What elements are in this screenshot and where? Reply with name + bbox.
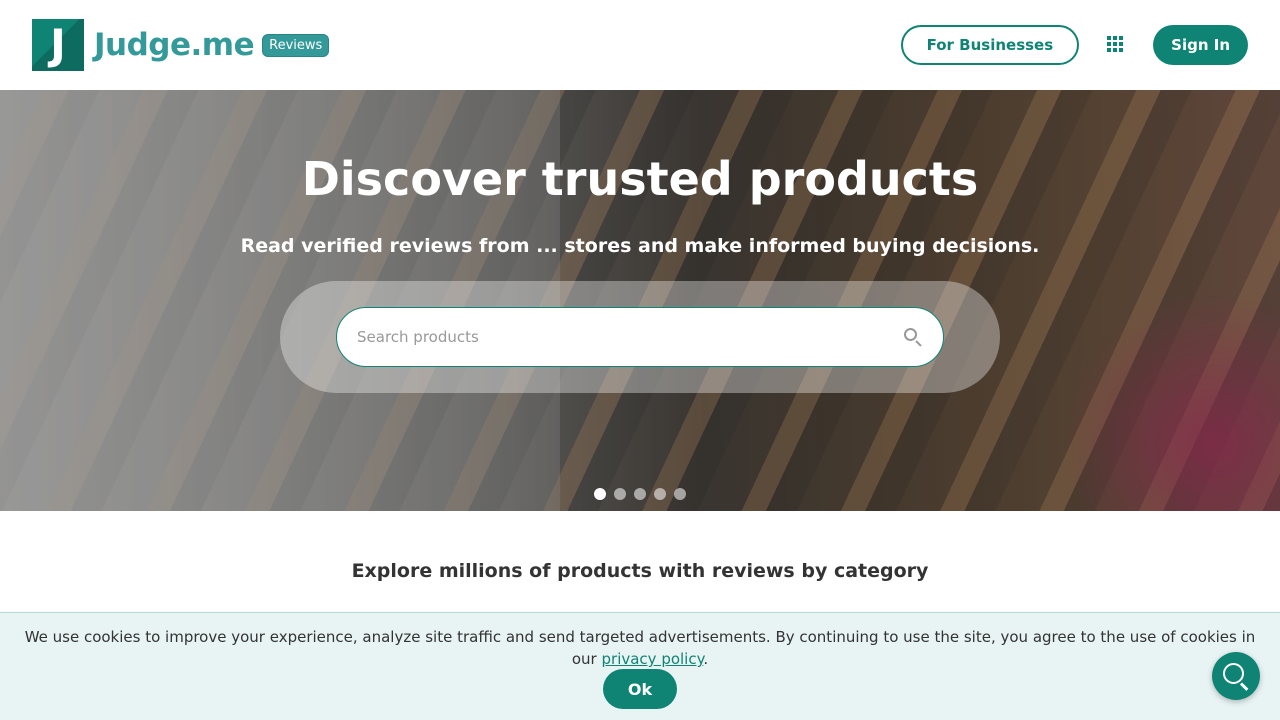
carousel-indicators <box>0 488 1280 500</box>
judgeme-logo-icon[interactable]: J <box>32 19 84 71</box>
apps-grid-icon[interactable] <box>1107 36 1125 54</box>
hero-banner: Discover trusted products Read verified … <box>0 90 1280 511</box>
header-actions: For Businesses Sign In <box>900 25 1248 65</box>
cookie-ok-button[interactable]: Ok <box>603 669 677 709</box>
logo-letter: J <box>50 20 66 69</box>
fab-handle <box>1239 682 1249 691</box>
cookie-text: We use cookies to improve your experienc… <box>20 626 1260 670</box>
carousel-dot-5[interactable] <box>674 488 686 500</box>
grid-dot <box>1107 42 1112 46</box>
hero-subtitle: Read verified reviews from ... stores an… <box>240 235 1040 257</box>
grid-dot <box>1107 36 1112 40</box>
grid-dot <box>1107 48 1112 52</box>
carousel-dot-3[interactable] <box>634 488 646 500</box>
search-container <box>280 281 1000 393</box>
search-input[interactable] <box>357 328 903 346</box>
grid-dot <box>1119 48 1124 52</box>
sign-in-button[interactable]: Sign In <box>1153 25 1248 65</box>
privacy-policy-link[interactable]: privacy policy <box>602 650 704 668</box>
grid-dot <box>1113 42 1118 46</box>
search-assistant-icon[interactable] <box>1212 652 1260 700</box>
cookie-banner: We use cookies to improve your experienc… <box>0 612 1280 720</box>
carousel-dot-1[interactable] <box>594 488 606 500</box>
brand-name[interactable]: Judge.me <box>94 27 255 63</box>
search-box[interactable] <box>336 307 944 367</box>
carousel-dot-4[interactable] <box>654 488 666 500</box>
fab-ring <box>1223 663 1244 684</box>
search-icon[interactable] <box>903 327 923 347</box>
cookie-period: . <box>703 650 709 668</box>
site-header: J Judge.me Reviews For Businesses Sign I… <box>0 0 1280 90</box>
grid-dot <box>1113 48 1118 52</box>
search-icon-ring <box>904 328 917 341</box>
hero-title: Discover trusted products <box>301 152 979 206</box>
reviews-badge: Reviews <box>262 33 330 57</box>
carousel-dot-2[interactable] <box>614 488 626 500</box>
search-icon-handle <box>915 340 922 347</box>
grid-dot <box>1119 42 1124 46</box>
for-businesses-button[interactable]: For Businesses <box>900 25 1080 65</box>
category-heading: Explore millions of products with review… <box>351 560 929 582</box>
grid-dot <box>1119 36 1124 40</box>
grid-dot <box>1113 36 1118 40</box>
